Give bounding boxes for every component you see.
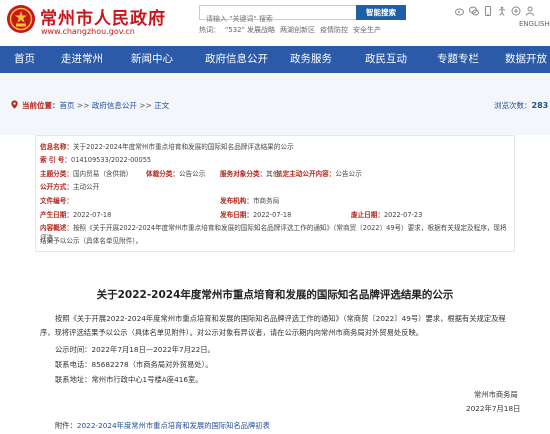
meta-index-no: 索 引 号：014109533/2022-00055 [40,156,152,164]
main-nav: 首页 走进常州 新闻中心 政府信息公开 政务服务 政民互动 专题专栏 数据开放 [0,46,550,73]
article-phone: 联系电话：85682278（市商务局对外贸易处）。 [55,360,213,369]
hot-word[interactable]: 两湖创新区 [280,26,315,34]
nav-item-topics[interactable]: 专题专栏 [437,46,479,73]
location-icon [11,100,18,109]
meta-open-mode: 公开方式：主动公开 [40,183,100,191]
breadcrumb-separator: >> [139,101,152,110]
breadcrumb-current: 正文 [154,101,170,110]
search-box[interactable] [199,5,356,26]
metadata-box: 信息名称：关于2022-2024年度常州市重点培育和发展的国际知名品牌评选结果的… [35,135,515,252]
breadcrumb: 当前位置：首页 >> 政府信息公开 >> 正文 [10,100,169,112]
nav-item-home[interactable]: 首页 [14,46,35,73]
meta-summary-cont: 结果予以公示（具体名单见附件）。 [40,237,143,245]
hot-word[interactable]: 疫情防控 [320,26,348,34]
breadcrumb-gov-info[interactable]: 政府信息公开 [92,101,137,110]
breadcrumb-home[interactable]: 首页 [60,101,75,110]
meta-deposit: 废止日期：2022-07-23 [351,211,423,219]
nav-item-services[interactable]: 政务服务 [290,46,332,73]
article-paragraph-line: 序，现将评选结果予以公示（具体名单见附件）。对公示对象有异议者，请在公示期内向常… [40,328,424,337]
nav-item-interaction[interactable]: 政民互动 [365,46,407,73]
meta-carrier: 体裁分类：公告公示 [146,170,206,178]
article-date: 2022年7月18日 [466,404,521,413]
nav-item-gov-info[interactable]: 政府信息公开 [205,46,268,73]
article-period: 公示时间：2022年7月18日—2022年7月22日。 [55,345,215,354]
meta-created: 产生日期：2022-07-18 [40,211,112,219]
meta-theme: 主题分类：国内贸易（含供销） [40,170,133,178]
user-icon[interactable] [525,6,535,16]
site-name[interactable]: 常州市人民政府 [40,4,166,29]
breadcrumb-prefix: 当前位置： [22,101,60,110]
accessibility-icon[interactable] [497,6,507,16]
top-icons [455,6,545,18]
breadcrumb-separator: >> [76,101,90,110]
meta-issuer: 发布机构：市商务局 [220,197,280,205]
nav-item-open-data[interactable]: 数据开放 [505,46,547,73]
article-attachment: 附件：2022-2024年度常州市重点培育和发展的国际知名品牌初表 [55,420,270,431]
meta-published: 发布日期：2022-07-18 [220,211,292,219]
meta-info-name: 信息名称：关于2022-2024年度常州市重点培育和发展的国际知名品牌评选结果的… [40,143,294,151]
english-link[interactable]: ENGLISH [519,20,550,28]
view-count-value: 283 [531,101,549,110]
hot-words: 热词： "532" 发展战略 两湖创新区 疫情防控 安全生产 [199,25,386,35]
article-title: 关于2022-2024年度常州市重点培育和发展的国际知名品牌评选结果的公示 [96,289,454,301]
meta-statutory: 法定主动公开内容：公告公示 [276,170,362,178]
article-address: 联系地址：常州市行政中心1号楼A座416室。 [55,375,203,384]
hot-words-label: 热词： [199,26,220,34]
article-signer: 常州市商务局 [474,390,518,399]
site-header: 常州市人民政府 www.changzhou.gov.cn 智能搜索 热词： "53… [0,0,550,46]
view-count-label: 浏览次数： [494,101,532,110]
nav-item-about[interactable]: 走进常州 [61,46,103,73]
view-count: 浏览次数：283 [494,100,548,112]
search-button[interactable]: 智能搜索 [356,5,406,20]
article-paragraph-line: 按照《关于开展2022-2024年度常州市重点培育和发展的国际知名品牌评选工作的… [55,314,506,323]
national-emblem-icon [7,5,35,33]
elder-mode-icon[interactable] [511,6,521,16]
search-input[interactable] [200,12,356,26]
wechat-icon[interactable] [469,6,479,16]
mobile-icon[interactable] [483,6,493,16]
attachment-link[interactable]: 2022-2024年度常州市重点培育和发展的国际知名品牌初表 [77,421,270,430]
meta-service: 服务对象分类：其他 [220,170,280,178]
site-url: www.changzhou.gov.cn [41,27,135,36]
nav-item-news[interactable]: 新闻中心 [131,46,173,73]
hot-word[interactable]: 安全生产 [353,26,381,34]
hot-word[interactable]: "532" 发展战略 [225,26,275,34]
meta-doc-no: 文件编号： [40,197,73,205]
breadcrumb-bar: 当前位置：首页 >> 政府信息公开 >> 正文 浏览次数：283 [0,73,550,135]
attachment-label: 附件： [55,421,77,430]
weibo-icon[interactable] [455,6,465,16]
